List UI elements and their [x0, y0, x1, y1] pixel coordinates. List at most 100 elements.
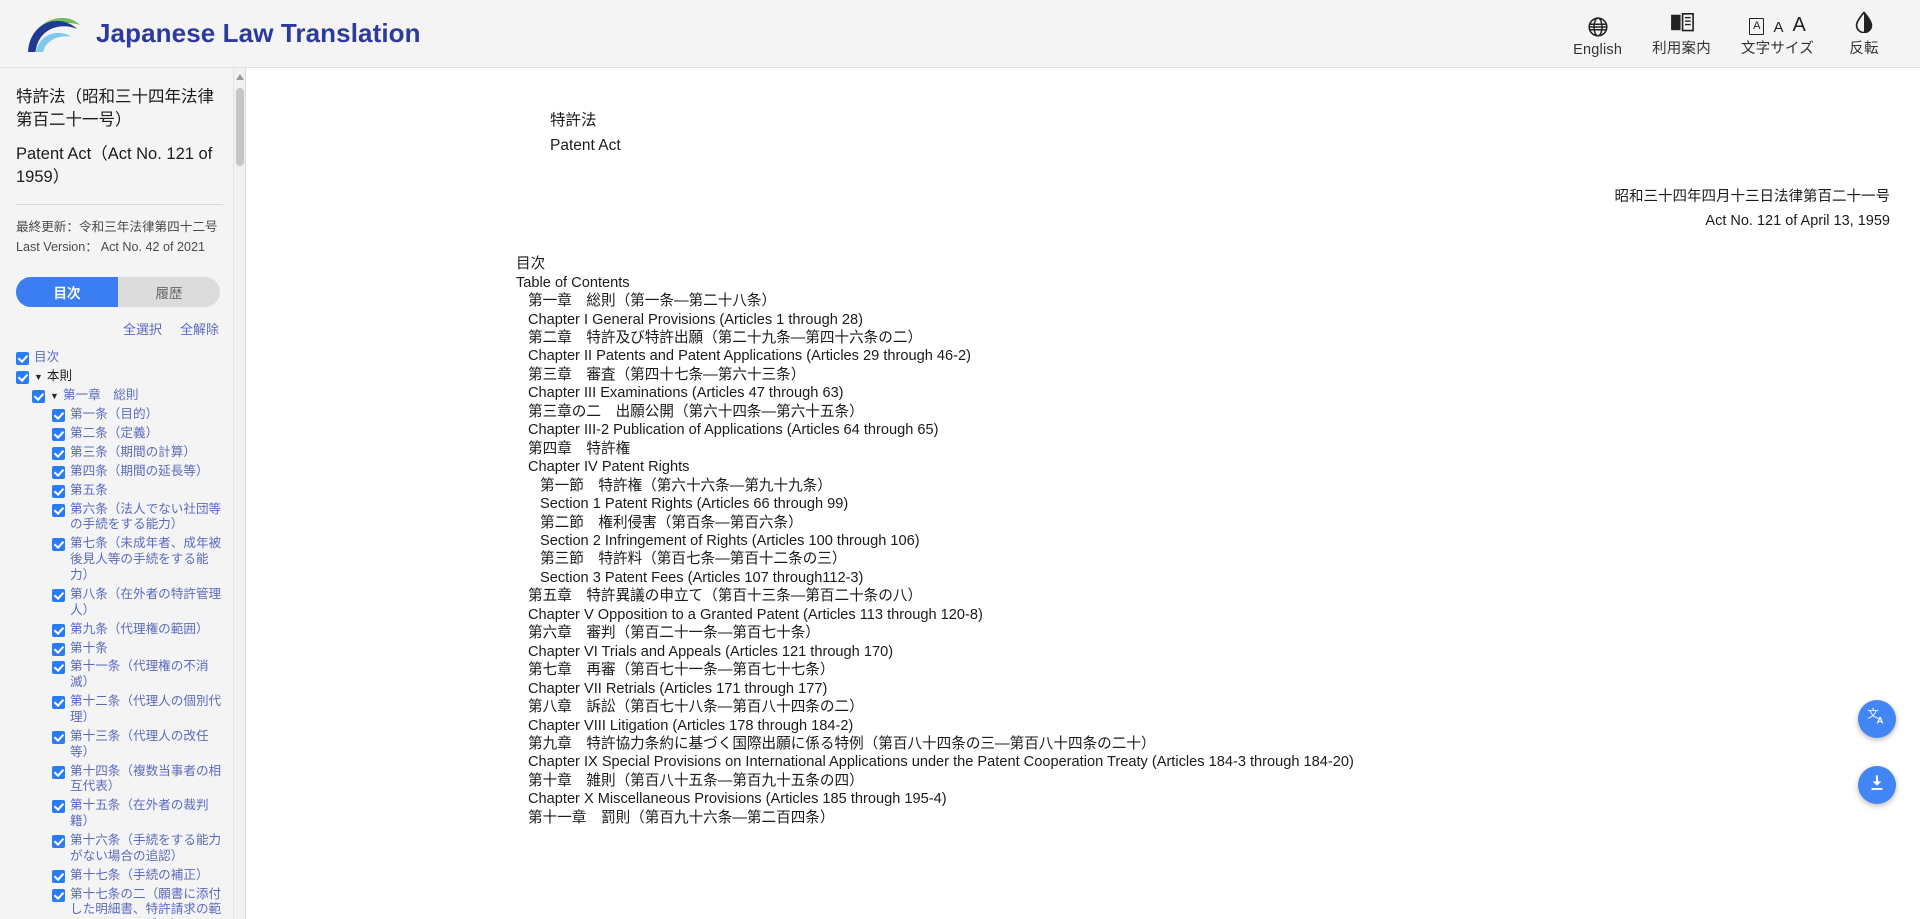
- toc-tree-checkbox[interactable]: [52, 834, 65, 848]
- toc-tree-checkbox[interactable]: [52, 428, 65, 442]
- toc-tree-checkbox[interactable]: [52, 800, 65, 814]
- toc-tree-checkbox[interactable]: [16, 371, 29, 385]
- toc-entry[interactable]: 目次: [516, 255, 1900, 273]
- sidebar-scrollbar-thumb[interactable]: [236, 88, 244, 166]
- toc-tree-item-label: 第一条（目的）: [70, 407, 159, 422]
- brand-title: Japanese Law Translation: [96, 18, 421, 48]
- sidebar-scrollbar[interactable]: [233, 68, 245, 919]
- deselect-all-button[interactable]: 全解除: [180, 319, 219, 338]
- toc-tree-item[interactable]: 目次: [16, 350, 223, 366]
- tab-history[interactable]: 履歴: [118, 277, 220, 307]
- toc-entry[interactable]: 第二節 権利侵害（第百条—第百六条）: [516, 514, 1900, 532]
- toc-tree-item[interactable]: 第十一条（代理権の不消滅）: [52, 659, 223, 691]
- font-size-small-a[interactable]: A: [1773, 20, 1783, 35]
- toc-tree-item[interactable]: 第十七条の二（願書に添付した明細書、特許請求の範囲又は図面の補正）: [52, 887, 223, 919]
- toc-tree-checkbox[interactable]: [52, 447, 65, 461]
- toc-entry[interactable]: Chapter VII Retrials (Articles 171 throu…: [516, 680, 1900, 698]
- toc-tree-item-label: 第六条（法人でない社団等の手続をする能力）: [70, 501, 222, 532]
- chevron-down-icon[interactable]: ▼: [34, 369, 43, 385]
- toc-entry[interactable]: 第九章 特許協力条約に基づく国際出願に係る特例（第百八十四条の三—第百八十四条の…: [516, 735, 1900, 753]
- toc-tree-item[interactable]: 第十七条（手続の補正）: [52, 868, 223, 884]
- toc-tree-checkbox[interactable]: [52, 588, 65, 602]
- toc-entry[interactable]: Chapter VIII Litigation (Articles 178 th…: [516, 717, 1900, 735]
- toc-entry[interactable]: 第三章 審査（第四十七条—第六十三条）: [516, 366, 1900, 384]
- document-date-en: Act No. 121 of April 13, 1959: [1705, 212, 1890, 229]
- toc-tree-checkbox[interactable]: [32, 390, 45, 404]
- font-size-control[interactable]: A A A 文字サイズ: [1741, 9, 1814, 58]
- toc-tree-checkbox[interactable]: [52, 765, 65, 779]
- toc-tree-checkbox[interactable]: [52, 869, 65, 883]
- toc-entry[interactable]: Table of Contents: [516, 274, 1900, 292]
- toc-entry[interactable]: 第三章の二 出願公開（第六十四条—第六十五条）: [516, 403, 1900, 421]
- translate-fab[interactable]: 文 A: [1858, 700, 1896, 738]
- toc-tree-checkbox[interactable]: [52, 696, 65, 710]
- toc-entry[interactable]: 第三節 特許料（第百七条—第百十二条の三）: [516, 550, 1900, 568]
- toc-tree-checkbox[interactable]: [52, 409, 65, 423]
- toc-tree-checkbox[interactable]: [52, 642, 65, 656]
- toc-tree-checkbox[interactable]: [52, 730, 65, 744]
- toc-entry[interactable]: 第二章 特許及び特許出願（第二十九条—第四十六条の二）: [516, 329, 1900, 347]
- toc-tree-item[interactable]: 第二条（定義）: [52, 426, 223, 442]
- font-size-large-a[interactable]: A: [1792, 15, 1805, 35]
- toc-tree-checkbox[interactable]: [52, 484, 65, 498]
- toc-entry[interactable]: Chapter II Patents and Patent Applicatio…: [516, 347, 1900, 365]
- chevron-down-icon[interactable]: ▼: [50, 388, 59, 404]
- toc-tree-item[interactable]: ▼ 本則: [16, 369, 223, 385]
- toc-tree-item[interactable]: 第三条（期間の計算）: [52, 445, 223, 461]
- sidebar-meta-en: Last Version： Act No. 42 of 2021: [16, 240, 206, 255]
- toc-tree-checkbox[interactable]: [52, 623, 65, 637]
- toc-entry[interactable]: Section 2 Infringement of Rights (Articl…: [516, 532, 1900, 550]
- toc-tree-item[interactable]: 第十条: [52, 641, 223, 657]
- document-title-ja: 特許法: [550, 112, 597, 129]
- toc-tree-item[interactable]: 第十二条（代理人の個別代理）: [52, 694, 223, 726]
- toc-tree-item[interactable]: ▼ 第一章 総則: [32, 388, 223, 404]
- toc-tree-checkbox[interactable]: [16, 352, 29, 366]
- toc-tree-item[interactable]: 第七条（未成年者、成年被後見人等の手続をする能力）: [52, 536, 223, 584]
- brand[interactable]: Japanese Law Translation: [26, 14, 421, 54]
- toc-tree-item[interactable]: 第五条: [52, 483, 223, 499]
- horizontal-scrollbar[interactable]: [246, 911, 1920, 919]
- toc-tree-checkbox[interactable]: [52, 503, 65, 517]
- invert-colors-button[interactable]: 反転: [1844, 9, 1884, 58]
- toc-entry[interactable]: Chapter IV Patent Rights: [516, 458, 1900, 476]
- toc-tree-checkbox[interactable]: [52, 888, 65, 902]
- toc-entry[interactable]: 第五章 特許異議の申立て（第百十三条—第百二十条の八）: [516, 587, 1900, 605]
- toc-entry[interactable]: Chapter VI Trials and Appeals (Articles …: [516, 643, 1900, 661]
- toc-tree-item[interactable]: 第十四条（複数当事者の相互代表）: [52, 764, 223, 796]
- toc-entry[interactable]: 第六章 審判（第百二十一条—第百七十条）: [516, 624, 1900, 642]
- toc-entry[interactable]: 第八章 訴訟（第百七十八条—第百八十四条の二）: [516, 698, 1900, 716]
- toc-tree-item[interactable]: 第十三条（代理人の改任等）: [52, 729, 223, 761]
- select-all-button[interactable]: 全選択: [123, 319, 162, 338]
- toc-entry[interactable]: Chapter IX Special Provisions on Interna…: [516, 753, 1900, 771]
- toc-entry[interactable]: Chapter X Miscellaneous Provisions (Arti…: [516, 790, 1900, 808]
- toc-entry[interactable]: 第四章 特許権: [516, 440, 1900, 458]
- toc-tree-checkbox[interactable]: [52, 538, 65, 552]
- language-switch[interactable]: English: [1573, 14, 1622, 58]
- toc-tree-item[interactable]: 第十五条（在外者の裁判籍）: [52, 798, 223, 830]
- user-guide-button[interactable]: 利用案内: [1652, 9, 1711, 58]
- sidebar-divider: [16, 203, 223, 205]
- toc-tree-item[interactable]: 第九条（代理権の範囲）: [52, 622, 223, 638]
- toc-entry[interactable]: 第十章 雑則（第百八十五条—第百九十五条の四）: [516, 772, 1900, 790]
- toc-entry[interactable]: Section 1 Patent Rights (Articles 66 thr…: [516, 495, 1900, 513]
- font-size-boxed-a[interactable]: A: [1749, 18, 1765, 35]
- toc-tree-checkbox[interactable]: [52, 661, 65, 675]
- toc-entry[interactable]: 第一節 特許権（第六十六条—第九十九条）: [516, 477, 1900, 495]
- scroll-up-arrow-icon[interactable]: [236, 74, 244, 80]
- toc-entry[interactable]: Section 3 Patent Fees (Articles 107 thro…: [516, 569, 1900, 587]
- download-fab[interactable]: [1858, 766, 1896, 804]
- toc-entry[interactable]: 第一章 総則（第一条—第二十八条）: [516, 292, 1900, 310]
- toc-tree-item[interactable]: 第六条（法人でない社団等の手続をする能力）: [52, 502, 223, 534]
- toc-entry[interactable]: Chapter I General Provisions (Articles 1…: [516, 311, 1900, 329]
- toc-tree-item[interactable]: 第四条（期間の延長等）: [52, 464, 223, 480]
- toc-tree-item[interactable]: 第十六条（手続をする能力がない場合の追認）: [52, 833, 223, 865]
- toc-entry[interactable]: Chapter III-2 Publication of Application…: [516, 421, 1900, 439]
- toc-entry[interactable]: Chapter III Examinations (Articles 47 th…: [516, 384, 1900, 402]
- toc-tree-item[interactable]: 第八条（在外者の特許管理人）: [52, 587, 223, 619]
- toc-tree-item[interactable]: 第一条（目的）: [52, 407, 223, 423]
- toc-entry[interactable]: 第七章 再審（第百七十一条—第百七十七条）: [516, 661, 1900, 679]
- toc-entry[interactable]: Chapter V Opposition to a Granted Patent…: [516, 606, 1900, 624]
- toc-entry[interactable]: 第十一章 罰則（第百九十六条—第二百四条）: [516, 809, 1900, 827]
- toc-tree-checkbox[interactable]: [52, 465, 65, 479]
- tab-toc[interactable]: 目次: [16, 277, 118, 308]
